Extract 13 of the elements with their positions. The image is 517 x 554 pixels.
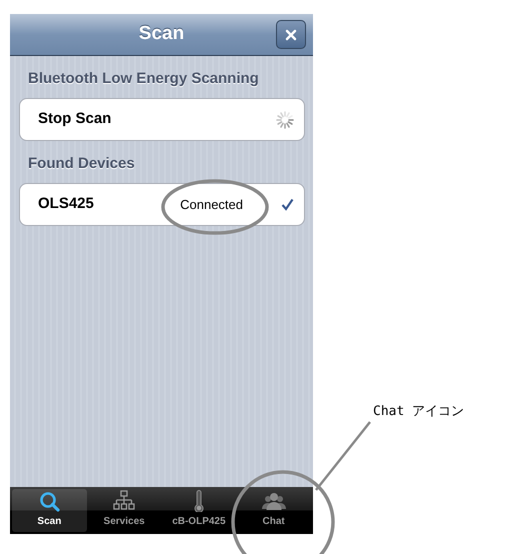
tab-bar-item[interactable]: Scan — [12, 489, 87, 532]
tab-bar-item[interactable]: cB-OLP425 — [162, 489, 236, 532]
tab-bar-item[interactable]: Chat — [236, 489, 311, 532]
section-header: Bluetooth Low Energy Scanning — [27, 69, 260, 89]
stop-scan-button[interactable]: Stop Scan — [19, 98, 305, 141]
status-text: Connected — [180, 196, 243, 214]
row-label: OLS425 — [38, 194, 94, 214]
section-header: Found Devices — [27, 154, 136, 174]
device-row[interactable]: OLS425 Connected — [19, 183, 305, 226]
tab-bar-item[interactable]: Services — [86, 489, 162, 532]
row-label: Stop Scan — [38, 109, 112, 130]
window-title: Scan — [138, 22, 184, 46]
callout-label: Chat アイコン — [373, 403, 464, 421]
